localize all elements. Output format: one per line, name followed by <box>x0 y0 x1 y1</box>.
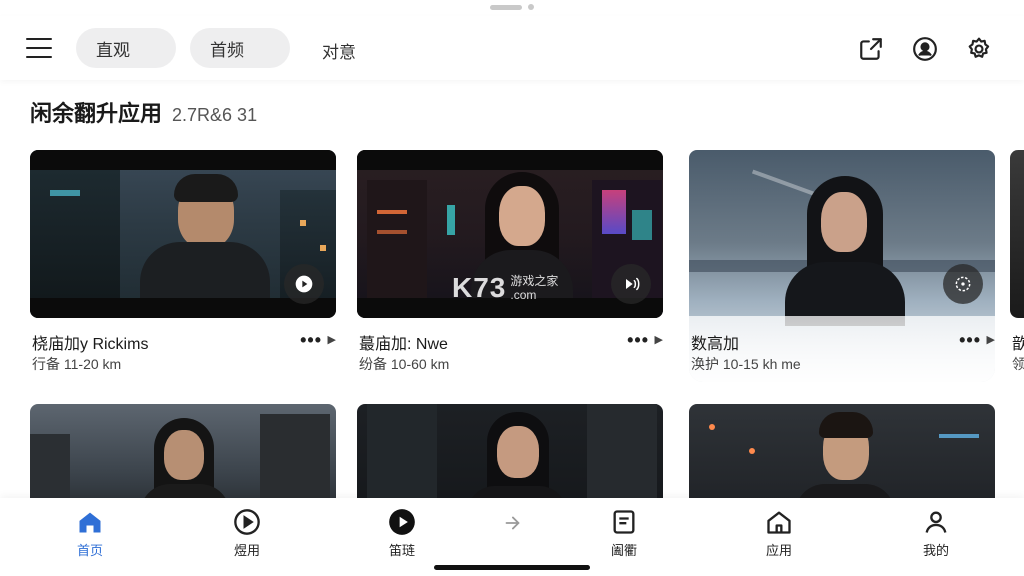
account-icon[interactable] <box>912 36 938 62</box>
more-options-icon[interactable]: ••• <box>959 330 981 351</box>
nav-label: 煜用 <box>233 543 260 558</box>
settings-gear-icon[interactable] <box>966 36 992 62</box>
nav-label: 阖衢 <box>610 543 637 558</box>
card-title[interactable]: 蕞庙加: Nwe <box>359 330 448 354</box>
card-thumbnail <box>1010 150 1024 318</box>
card-title[interactable]: 歆 <box>1012 336 1024 353</box>
section-subtitle: 2.7R&6 31 <box>172 105 258 125</box>
nav-item-5[interactable]: 应用 <box>739 508 819 559</box>
more-options-icon[interactable]: ••• <box>627 330 649 351</box>
play-sound-icon[interactable] <box>611 264 651 304</box>
nav-item-profile[interactable]: 我的 <box>896 508 976 559</box>
nav-item-2[interactable]: 煜用 <box>207 508 287 559</box>
grab-handle-bar <box>490 4 522 10</box>
grab-handle[interactable] <box>490 4 534 10</box>
play-icon[interactable] <box>284 264 324 304</box>
nav-item-4[interactable]: 阖衢 <box>584 508 664 559</box>
card-subtitle: 纷备 10-60 km <box>359 356 450 372</box>
nav-label: 我的 <box>922 543 949 558</box>
person-icon <box>925 511 947 533</box>
card-subtitle: 涣护 10-15 kh me <box>691 356 801 372</box>
tab-plain[interactable]: 对意 <box>322 38 356 63</box>
nav-label: 应用 <box>765 543 792 558</box>
section-header: 闲余翻升应用 2.7R&6 31 <box>30 96 257 128</box>
document-icon <box>613 510 635 534</box>
caret-right-icon[interactable]: ▶ <box>987 333 995 346</box>
card-title[interactable]: 桡庙加y Rickims <box>32 330 148 354</box>
top-bar: 直观 首频 对意 <box>0 16 1024 80</box>
hamburger-menu-icon[interactable] <box>26 38 52 58</box>
video-card-4-partial[interactable] <box>1010 150 1024 318</box>
card-subtitle: 领 <box>1012 356 1024 372</box>
nav-label: 首页 <box>76 543 103 558</box>
play-circle-icon <box>234 509 260 535</box>
bottom-navigation: 首页 煜用 笛琏 阖衢 应用 我的 <box>0 498 1024 576</box>
nav-item-home[interactable]: 首页 <box>50 508 130 559</box>
more-options-icon[interactable]: ••• <box>300 330 322 351</box>
chevron-right-icon <box>505 516 520 530</box>
home-indicator[interactable] <box>434 565 590 570</box>
caret-right-icon[interactable]: ▶ <box>328 333 336 346</box>
filter-chip-1[interactable]: 直观 <box>76 28 176 68</box>
card-title[interactable]: 数高加 <box>691 330 739 354</box>
grab-handle-dot <box>528 4 534 10</box>
share-icon[interactable] <box>858 36 884 62</box>
focus-icon[interactable] <box>943 264 983 304</box>
video-card-1[interactable] <box>30 150 336 318</box>
house-outline-icon <box>767 511 791 534</box>
letterbox-top <box>30 150 336 170</box>
nav-item-3[interactable]: 笛琏 <box>362 508 442 559</box>
letterbox-top <box>357 150 663 170</box>
filter-chip-2[interactable]: 首频 <box>190 28 290 68</box>
card-meta-4: 歆 领 <box>1012 330 1024 374</box>
watermark-logo: K73 游戏之家 .com <box>452 272 559 303</box>
home-icon <box>79 512 101 533</box>
card-subtitle: 行备 11-20 km <box>32 356 122 372</box>
caret-right-icon[interactable]: ▶ <box>655 333 663 346</box>
play-filled-icon <box>389 509 415 535</box>
letterbox-bottom <box>30 298 336 318</box>
section-title: 闲余翻升应用 <box>30 101 163 126</box>
nav-label: 笛琏 <box>388 543 415 558</box>
